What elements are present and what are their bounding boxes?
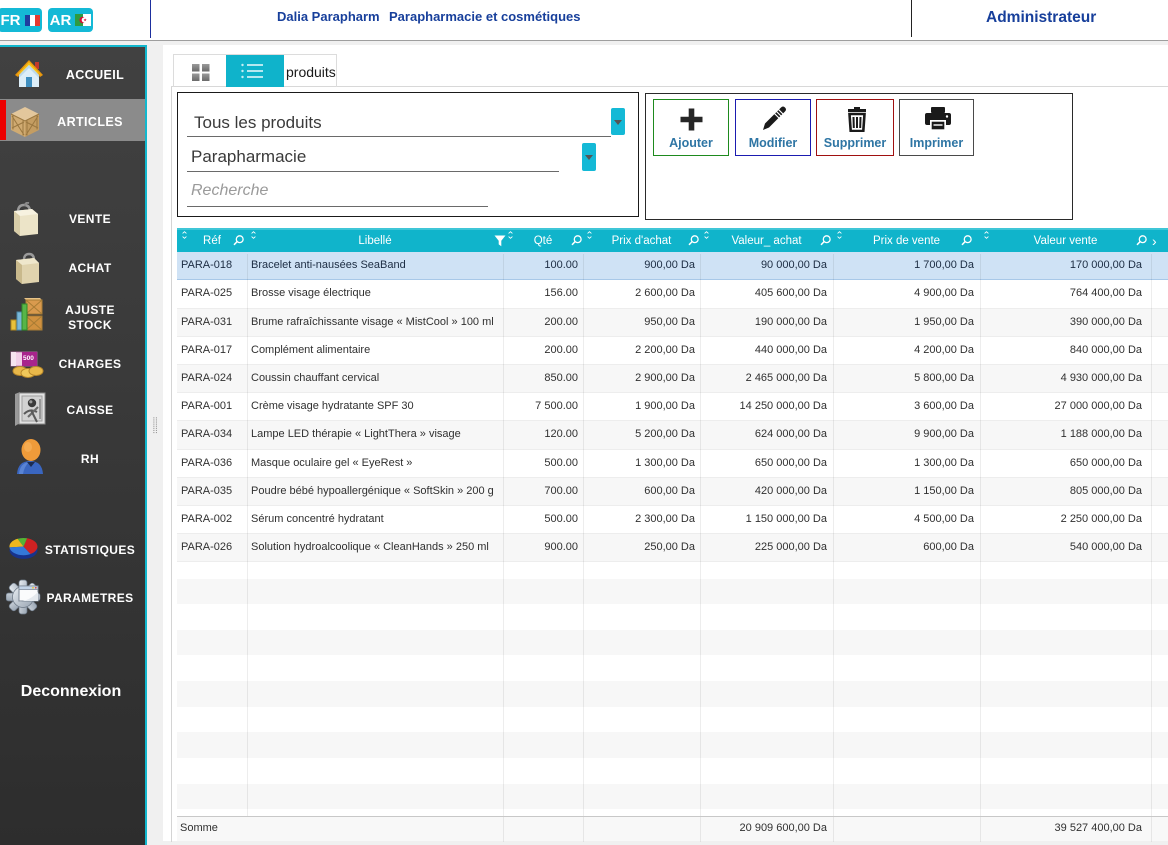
svg-text:500: 500 (23, 355, 34, 362)
